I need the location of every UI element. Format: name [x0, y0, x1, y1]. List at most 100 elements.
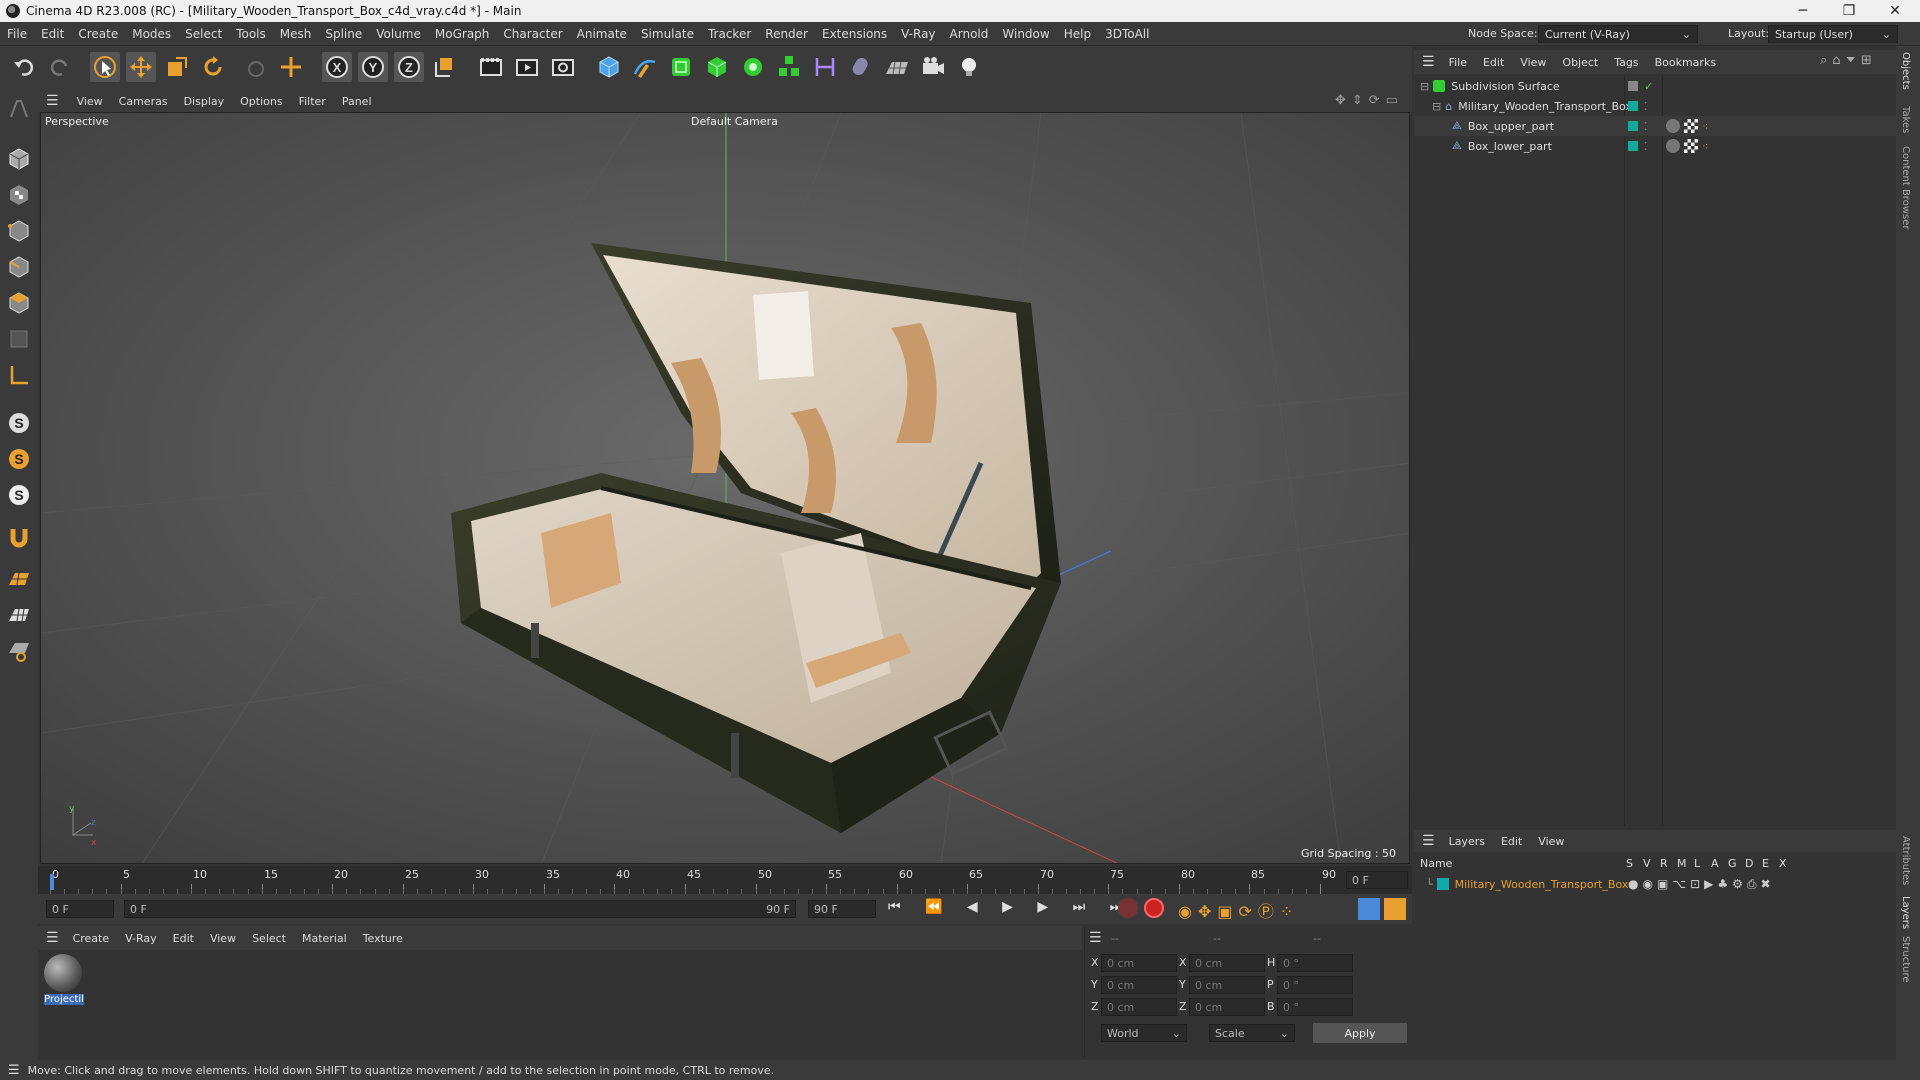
material-menu-v-ray[interactable]: V-Ray	[117, 932, 165, 945]
mograph-cloner-icon[interactable]	[738, 52, 768, 82]
object-menu-bookmarks[interactable]: Bookmarks	[1647, 56, 1724, 69]
object-menu-tags[interactable]: Tags	[1606, 56, 1646, 69]
coord-value-field[interactable]: 0 cm	[1101, 976, 1177, 994]
playback-controls[interactable]: ⏮ ⏪ ◀ ▶ ▶ ⏭ ⏭	[888, 899, 1132, 915]
material-swatch[interactable]: Projectil	[44, 954, 84, 1010]
object-menu-view[interactable]: View	[1512, 56, 1554, 69]
x-axis-lock-icon[interactable]: X	[322, 52, 352, 82]
menu-arnold[interactable]: Arnold	[943, 27, 996, 41]
menu-edit[interactable]: Edit	[34, 27, 71, 41]
material-menu-material[interactable]: Material	[294, 932, 355, 945]
coord-value-field[interactable]: 0 cm	[1189, 976, 1265, 994]
menu-tools[interactable]: Tools	[229, 27, 273, 41]
material-name[interactable]: Projectil	[44, 994, 84, 1005]
coordinate-mode-dropdown[interactable]: Scale ⌄	[1209, 1024, 1295, 1042]
paint-icon[interactable]	[4, 636, 34, 666]
coordinate-space-dropdown[interactable]: World ⌄	[1101, 1024, 1187, 1042]
layer-column-header[interactable]: R	[1660, 857, 1668, 870]
magnet-icon[interactable]	[4, 522, 34, 552]
layer-menu-view[interactable]: View	[1530, 835, 1572, 848]
object-row-lower-part[interactable]: ⟁ Box_lower_part ⁚ ⁖	[1414, 136, 1896, 156]
camera-object-icon[interactable]	[846, 52, 876, 82]
texture-mode-icon[interactable]	[4, 180, 34, 210]
edges-mode-icon[interactable]	[4, 252, 34, 282]
object-mode-icon[interactable]	[4, 324, 34, 354]
menu-3dtoall[interactable]: 3DToAll	[1098, 27, 1156, 41]
transform-tool-icon[interactable]	[276, 52, 306, 82]
material-menu-edit[interactable]: Edit	[165, 932, 202, 945]
object-menu-file[interactable]: File	[1441, 56, 1475, 69]
hamburger-icon[interactable]: ☰	[1089, 930, 1102, 946]
playhead[interactable]	[50, 874, 54, 890]
key-type-icons[interactable]: ◉✥▣⟳Ⓟ⁘	[1178, 898, 1299, 922]
visibility-dots-icon[interactable]: ⁚	[1644, 140, 1648, 153]
hamburger-icon[interactable]: ☰	[1422, 833, 1435, 849]
hamburger-icon[interactable]: ☰	[46, 93, 59, 109]
current-frame-field[interactable]: 0 F	[1346, 871, 1408, 889]
viewport-menu-cameras[interactable]: Cameras	[111, 95, 176, 108]
coord-value-field[interactable]: 0 °	[1277, 998, 1353, 1016]
coord-value-field[interactable]: 0 cm	[1189, 998, 1265, 1016]
floor-object-icon[interactable]	[882, 52, 912, 82]
vray-tag-icon[interactable]: ⁖	[1702, 140, 1708, 153]
auto-key-icon[interactable]	[1144, 898, 1164, 918]
visibility-dots-icon[interactable]: ⁚	[1644, 120, 1648, 133]
uvw-tag-icon[interactable]	[1684, 139, 1698, 153]
menu-create[interactable]: Create	[71, 27, 125, 41]
viewport-menu-filter[interactable]: Filter	[291, 95, 334, 108]
minimize-button[interactable]: ─	[1780, 0, 1826, 22]
tab-content-browser[interactable]: Content Browser	[1900, 146, 1911, 229]
record-keys-icon[interactable]	[1118, 898, 1138, 918]
viewport-perspective[interactable]: Perspective Default Camera Grid Spacing …	[40, 112, 1410, 864]
cube-primitive-icon[interactable]	[594, 52, 624, 82]
menu-volume[interactable]: Volume	[369, 27, 428, 41]
viewport-menu-options[interactable]: Options	[232, 95, 290, 108]
material-tag-icon[interactable]	[1666, 139, 1680, 153]
polygons-mode-icon[interactable]	[4, 288, 34, 318]
layer-column-header[interactable]: V	[1643, 857, 1651, 870]
material-menu-view[interactable]: View	[202, 932, 244, 945]
viewport-menu-display[interactable]: Display	[176, 95, 233, 108]
hamburger-icon[interactable]: ☰	[8, 1063, 20, 1078]
coord-value-field[interactable]: 0 cm	[1101, 954, 1177, 972]
extrude-icon[interactable]	[702, 52, 732, 82]
layer-row[interactable]: └ Military_Wooden_Transport_Box ●◉▣⌥⊡▶♣⚙…	[1414, 874, 1896, 894]
coord-value-field[interactable]: 0 °	[1277, 954, 1353, 972]
coordinate-system-icon[interactable]	[430, 52, 460, 82]
undo-button[interactable]	[10, 52, 40, 82]
material-menu-texture[interactable]: Texture	[355, 932, 411, 945]
z-axis-lock-icon[interactable]: Z	[394, 52, 424, 82]
menu-character[interactable]: Character	[496, 27, 569, 41]
layer-color-icon[interactable]	[1628, 121, 1638, 131]
snap-settings-icon[interactable]: S	[4, 444, 34, 474]
camera-icon[interactable]	[918, 52, 948, 82]
layer-color-icon[interactable]	[1628, 101, 1638, 111]
points-mode-icon[interactable]	[4, 216, 34, 246]
layer-column-header[interactable]: E	[1762, 857, 1769, 870]
camera-label[interactable]: Default Camera	[691, 115, 778, 128]
coord-value-field[interactable]: 0 cm	[1101, 998, 1177, 1016]
enabled-check-icon[interactable]: ✓	[1644, 80, 1653, 93]
render-region-icon[interactable]	[476, 52, 506, 82]
deformer-icon[interactable]	[774, 52, 804, 82]
layer-column-header[interactable]: D	[1745, 857, 1753, 870]
material-tag-icon[interactable]	[1666, 119, 1680, 133]
menu-simulate[interactable]: Simulate	[634, 27, 701, 41]
redo-button[interactable]	[44, 52, 74, 82]
tab-layers[interactable]: Layers	[1900, 896, 1911, 929]
object-menu-edit[interactable]: Edit	[1475, 56, 1512, 69]
coord-value-field[interactable]: 0 cm	[1189, 954, 1265, 972]
end-frame-field[interactable]: 90 F	[808, 900, 876, 918]
move-tool-icon[interactable]	[126, 52, 156, 82]
material-menu-select[interactable]: Select	[244, 932, 294, 945]
timeline-ruler[interactable]: 0 5 10 15 20 25 30 35 40 45 50 55 60 65 70 75 80 85 90 0 F	[38, 866, 1412, 894]
tab-objects[interactable]: Objects	[1900, 52, 1911, 90]
layer-column-header[interactable]: M	[1677, 857, 1687, 870]
node-space-dropdown[interactable]: Current (V-Ray) ⌄	[1538, 25, 1698, 43]
light-icon[interactable]	[954, 52, 984, 82]
layout-dropdown[interactable]: Startup (User) ⌄	[1768, 25, 1898, 43]
grid-icon[interactable]	[4, 600, 34, 630]
close-button[interactable]: ✕	[1872, 0, 1918, 22]
rotate-tool-icon[interactable]	[198, 52, 228, 82]
coord-value-field[interactable]: 0 °	[1277, 976, 1353, 994]
